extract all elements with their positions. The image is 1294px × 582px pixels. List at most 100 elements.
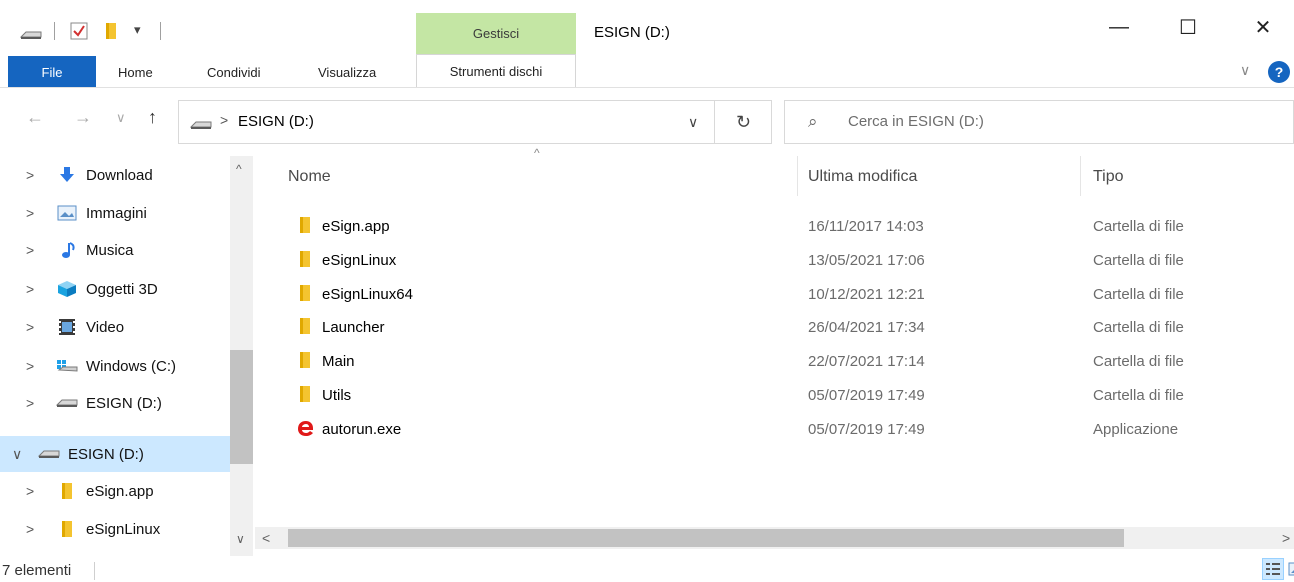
file-name[interactable]: eSignLinux64 (322, 286, 413, 303)
nav-item-esign-app[interactable]: > eSign.app (0, 474, 230, 508)
tab-home[interactable]: Home (118, 65, 153, 80)
file-type: Cartella di file (1093, 353, 1184, 370)
collapse-chevron-icon[interactable]: ∨ (12, 446, 28, 463)
nav-item-musica[interactable]: > Musica (0, 233, 230, 267)
recent-locations-button[interactable]: ∨ (116, 110, 126, 126)
folder-icon (56, 482, 78, 500)
large-icons-view-icon[interactable] (1286, 558, 1294, 580)
file-type: Cartella di file (1093, 286, 1184, 303)
scroll-right-button[interactable]: > (1282, 530, 1290, 546)
address-dropdown-icon[interactable]: ∨ (688, 114, 698, 131)
file-name[interactable]: autorun.exe (322, 421, 401, 438)
help-icon[interactable]: ? (1268, 61, 1290, 83)
video-icon (56, 318, 78, 336)
download-icon (56, 166, 78, 184)
folder-icon (296, 351, 314, 369)
tab-file[interactable]: File (8, 56, 96, 88)
navpane-scroll-thumb[interactable] (230, 350, 253, 464)
breadcrumb-separator[interactable]: > (220, 112, 228, 128)
qat-separator (160, 22, 161, 40)
file-name[interactable]: Main (322, 353, 355, 370)
file-modified: 05/07/2019 17:49 (808, 421, 925, 438)
nav-item-label: Immagini (86, 204, 147, 222)
expand-chevron-icon[interactable]: > (26, 358, 42, 374)
close-button[interactable]: ✕ (1240, 10, 1286, 44)
nav-item-label: Windows (C:) (86, 357, 177, 375)
file-type: Cartella di file (1093, 387, 1184, 404)
nav-item-download[interactable]: > Download (0, 158, 230, 192)
nav-item-label: ESIGN (D:) (86, 394, 162, 412)
column-header-name[interactable]: Nome (288, 168, 331, 186)
column-header-type[interactable]: Tipo (1093, 168, 1124, 186)
horizontal-scroll-thumb[interactable] (288, 529, 1124, 547)
status-separator (94, 562, 95, 580)
tab-visualizza[interactable]: Visualizza (318, 65, 376, 80)
folder-icon (56, 520, 78, 538)
file-name[interactable]: Utils (322, 387, 351, 404)
nav-item-label: Download (86, 166, 153, 184)
tab-condividi[interactable]: Condividi (207, 65, 260, 80)
drive-icon (19, 27, 42, 45)
forward-button[interactable]: → (74, 107, 92, 128)
properties-icon[interactable] (70, 22, 88, 45)
maximize-button[interactable]: ☐ (1165, 10, 1211, 44)
window-title: ESIGN (D:) (594, 24, 670, 41)
expand-ribbon-icon[interactable]: ∨ (1240, 62, 1250, 79)
scroll-down-button[interactable]: ∨ (236, 532, 245, 546)
folder-icon (296, 284, 314, 302)
nav-item-label: ESIGN (D:) (68, 445, 144, 463)
ribbon-tab-bar (0, 54, 1294, 88)
refresh-button[interactable]: ↻ (714, 101, 772, 143)
file-name[interactable]: eSignLinux (322, 252, 396, 269)
nav-item-oggetti-3d[interactable]: > Oggetti 3D (0, 272, 230, 306)
expand-chevron-icon[interactable]: > (26, 167, 42, 183)
nav-item-esign-drive[interactable]: > ESIGN (D:) (0, 386, 230, 420)
expand-chevron-icon[interactable]: > (26, 319, 42, 335)
minimize-button[interactable]: — (1096, 10, 1142, 44)
search-input[interactable]: Cerca in ESIGN (D:) (848, 113, 984, 130)
column-divider[interactable] (797, 156, 798, 196)
contextual-tab-group-label: Gestisci (472, 26, 520, 41)
nav-item-immagini[interactable]: > Immagini (0, 196, 230, 230)
expand-chevron-icon[interactable]: > (26, 521, 42, 537)
file-modified: 22/07/2021 17:14 (808, 353, 925, 370)
column-divider[interactable] (1080, 156, 1081, 196)
expand-chevron-icon[interactable]: > (26, 205, 42, 221)
folder-icon (296, 250, 314, 268)
column-header-modified[interactable]: Ultima modifica (808, 168, 917, 186)
new-folder-icon[interactable] (104, 22, 118, 45)
windows-drive-icon (56, 357, 78, 375)
file-modified: 16/11/2017 14:03 (808, 218, 924, 235)
tab-strumenti-dischi[interactable]: Strumenti dischi (416, 54, 576, 88)
nav-item-windows-drive[interactable]: > Windows (C:) (0, 349, 230, 383)
scroll-up-button[interactable]: ^ (236, 162, 242, 176)
music-icon (56, 241, 78, 259)
expand-chevron-icon[interactable]: > (26, 281, 42, 297)
up-button[interactable]: ↑ (148, 107, 157, 128)
expand-chevron-icon[interactable]: > (26, 483, 42, 499)
folder-icon (296, 317, 314, 335)
scroll-left-button[interactable]: < (262, 530, 270, 546)
nav-item-label: eSignLinux (86, 520, 161, 538)
pictures-icon (56, 204, 78, 222)
qat-dropdown-icon[interactable]: ▾ (134, 22, 141, 38)
back-button[interactable]: ← (26, 107, 44, 128)
drive-icon (56, 394, 78, 412)
3d-objects-icon (56, 280, 78, 298)
file-modified: 13/05/2021 17:06 (808, 252, 925, 269)
breadcrumb-esign-drive[interactable]: ESIGN (D:) (238, 113, 314, 130)
file-name[interactable]: Launcher (322, 319, 385, 336)
file-name[interactable]: eSign.app (322, 218, 390, 235)
folder-icon (296, 385, 314, 403)
nav-item-video[interactable]: > Video (0, 310, 230, 344)
details-view-icon[interactable] (1262, 558, 1284, 580)
search-icon: ⌕ (808, 112, 818, 131)
qat-separator (54, 22, 55, 40)
nav-item-label: Oggetti 3D (86, 280, 158, 298)
expand-chevron-icon[interactable]: > (26, 242, 42, 258)
nav-item-esignlinux[interactable]: > eSignLinux (0, 512, 230, 546)
nav-item-label: Musica (86, 241, 134, 259)
nav-item-esign-drive-selected[interactable]: ∨ ESIGN (D:) (0, 436, 230, 472)
expand-chevron-icon[interactable]: > (26, 395, 42, 411)
nav-item-label: eSign.app (86, 482, 154, 500)
